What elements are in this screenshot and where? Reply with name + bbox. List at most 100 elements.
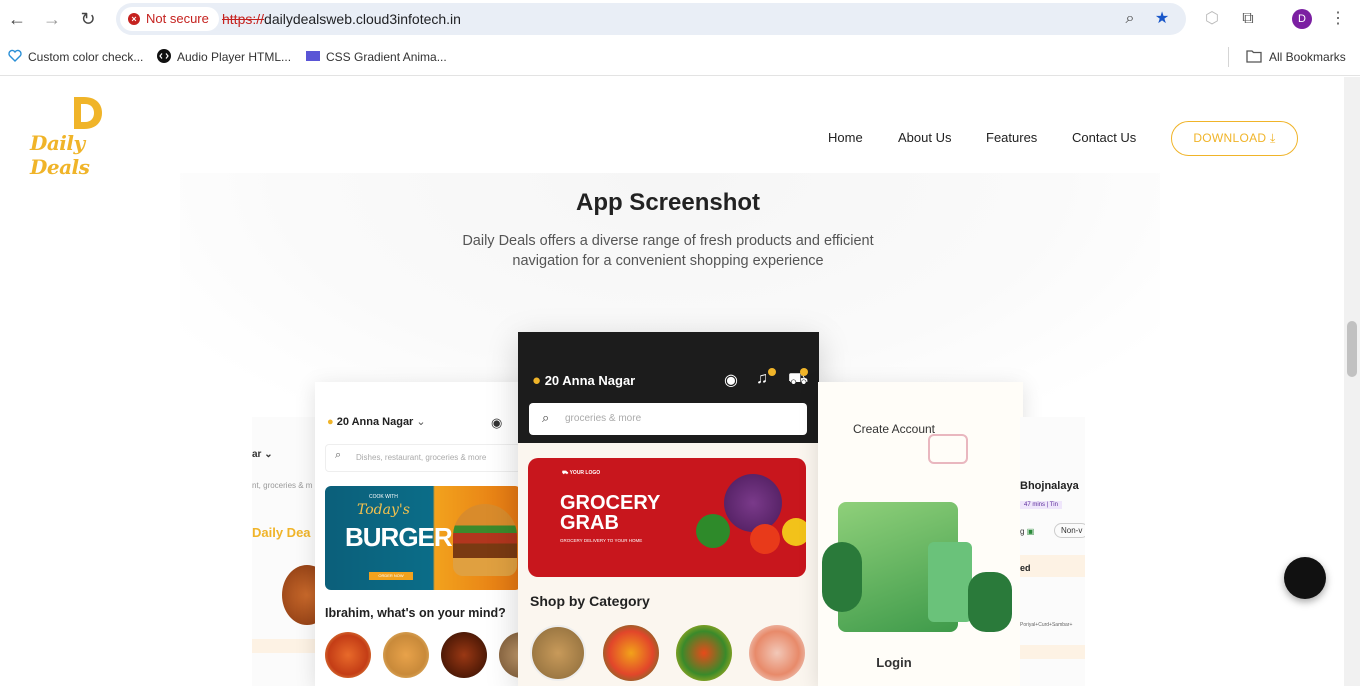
restaurant-name: Bhojnalaya (1020, 480, 1079, 492)
plant-illustration (822, 542, 862, 612)
far-left-sub: nt, groceries & m (252, 481, 313, 490)
banner-tag: GROCERY DELIVERY TO YOUR HOME (560, 538, 643, 543)
banner-title: BURGER (345, 522, 453, 552)
heart-icon (8, 49, 22, 62)
bookmarks-bar: Custom color check... Audio Player HTML.… (0, 38, 1360, 76)
security-chip[interactable]: × Not secure (120, 7, 219, 31)
all-bookmarks[interactable]: All Bookmarks (1245, 48, 1346, 66)
bookmark-item[interactable]: CSS Gradient Anima... (306, 48, 447, 66)
address-bar[interactable]: × Not secure https://dailydealsweb.cloud… (116, 3, 1186, 35)
logo-mark-icon (72, 97, 102, 129)
far-left-chip: ar ⌄ (252, 449, 273, 460)
bell-icon: ♫ (756, 370, 768, 387)
nav-contact-us[interactable]: Contact Us (1072, 130, 1136, 145)
far-left-label: Daily Dea (252, 525, 311, 540)
pizza2-image (383, 632, 429, 678)
search-field: groceries & more (529, 403, 807, 435)
section-subtitle: Daily Deals offers a diverse range of fr… (0, 231, 1336, 271)
screenshot-login: Create Account Login (818, 382, 1023, 686)
download-label: DOWNLOAD (1193, 131, 1267, 145)
screenshot-grocery-app: ● 20 Anna Nagar ◉ ♫ ⛟ groceries & more ⌕… (518, 332, 819, 686)
subtitle-line: Daily Deals offers a diverse range of fr… (462, 233, 874, 249)
banner-button: ORDER NOW (369, 572, 413, 580)
burger-banner: COOK WITH Today's BURGER ORDER NOW (325, 486, 521, 590)
login-title: Login (876, 655, 912, 670)
banner-small: COOK WITH (369, 494, 398, 500)
bookmark-star-icon[interactable]: ★ (1152, 9, 1172, 29)
nav-features[interactable]: Features (986, 130, 1037, 145)
nonveg-chip: Non-v (1054, 523, 1085, 538)
scroll-thumb[interactable] (1347, 321, 1357, 377)
cart-icon: ⛟ (562, 470, 570, 476)
bookmark-label: Custom color check... (28, 50, 144, 64)
screenshot-food-app: ● 20 Anna Nagar ⌄ ◉ Dishes, restaurant, … (315, 382, 525, 686)
location-label: 20 Anna Nagar (336, 416, 414, 428)
banner-script: Today's (357, 502, 410, 518)
screenshot-far-left: ar ⌄ nt, groceries & m Daily Dea (252, 417, 322, 686)
mind-prompt: Ibrahim, what's on your mind? (325, 606, 506, 620)
extension-icon[interactable]: ⬡ (1201, 8, 1223, 30)
download-button[interactable]: DOWNLOAD ⤓ (1171, 121, 1298, 156)
category-image (603, 625, 659, 681)
cart-badge (800, 368, 808, 376)
basket-icon (928, 434, 968, 464)
divider (1228, 47, 1229, 67)
banner-title: GRAB (560, 512, 619, 534)
url-text[interactable]: https://dailydealsweb.cloud3infotech.in (222, 3, 461, 35)
puzzle-icon[interactable]: ⧉ (1237, 8, 1259, 30)
section-title: App Screenshot (575, 189, 761, 216)
location-row: ● 20 Anna Nagar (532, 372, 635, 389)
zoom-icon[interactable]: ⌕ (1120, 9, 1140, 29)
logo-text: Daily Deals (30, 131, 90, 179)
gradient-icon (306, 51, 320, 61)
cabbage-image (724, 474, 782, 532)
tomato-image (750, 524, 780, 554)
banner-logo: ⛟ YOUR LOGO (562, 470, 601, 476)
menu-items-text: Poriyal+Curd+Sambar+ (1020, 622, 1073, 628)
profile-icon: ◉ (491, 415, 503, 430)
bookmark-label: CSS Gradient Anima... (326, 50, 447, 64)
chicken-image (441, 632, 487, 678)
back-icon[interactable]: ← (5, 7, 29, 31)
bookmark-item[interactable]: Custom color check... (8, 48, 143, 66)
burger-image (453, 504, 517, 576)
site-logo[interactable]: Daily Deals (30, 93, 150, 179)
reload-icon[interactable]: ↻ (76, 7, 100, 31)
all-bookmarks-label: All Bookmarks (1269, 50, 1346, 64)
folder-icon (1246, 50, 1262, 63)
download-icon: ⤓ (1270, 131, 1276, 145)
nav-home[interactable]: Home (828, 130, 863, 145)
bookmark-item[interactable]: Audio Player HTML... (157, 48, 291, 66)
notification-badge (768, 368, 776, 376)
category-image (676, 625, 732, 681)
browser-toolbar: ← → ↻ × Not secure https://dailydealsweb… (0, 0, 1360, 38)
location-row: ● 20 Anna Nagar ⌄ (327, 416, 426, 428)
location-pin-icon: ● (327, 416, 334, 428)
shop-by-category: Shop by Category (530, 593, 650, 609)
nav-about-us[interactable]: About Us (898, 130, 951, 145)
category-image (530, 625, 586, 681)
search-field: Dishes, restaurant, groceries & more (325, 444, 521, 472)
page-scrollbar[interactable] (1344, 77, 1360, 686)
warning-icon: × (128, 13, 140, 25)
search-icon: ⌕ (542, 410, 550, 425)
floating-chat-button[interactable] (1284, 557, 1326, 599)
code-icon (157, 49, 171, 63)
location-pin-icon: ● (532, 372, 542, 389)
category-image (749, 625, 805, 681)
profile-avatar[interactable]: D (1292, 9, 1312, 29)
jar-illustration (928, 542, 972, 622)
url-scheme: https:// (222, 11, 265, 27)
profile-icon: ◉ (724, 372, 738, 389)
forward-icon[interactable]: → (40, 7, 64, 31)
kebab-menu-icon[interactable]: ⋮ (1327, 8, 1349, 30)
security-label: Not secure (146, 11, 209, 26)
pepper-image (782, 518, 806, 546)
divider (252, 639, 322, 653)
leaf-illustration (968, 572, 1012, 632)
web-page: Daily Deals Home About Us Features Conta… (0, 77, 1344, 686)
veg-chip: g ▣ (1020, 527, 1035, 536)
screenshot-far-right: Bhojnalaya 47 mins | Tin g ▣ Non-v ed Po… (1020, 417, 1085, 686)
url-host: dailydealsweb.cloud3infotech.in (264, 11, 461, 27)
divider (1020, 645, 1085, 659)
